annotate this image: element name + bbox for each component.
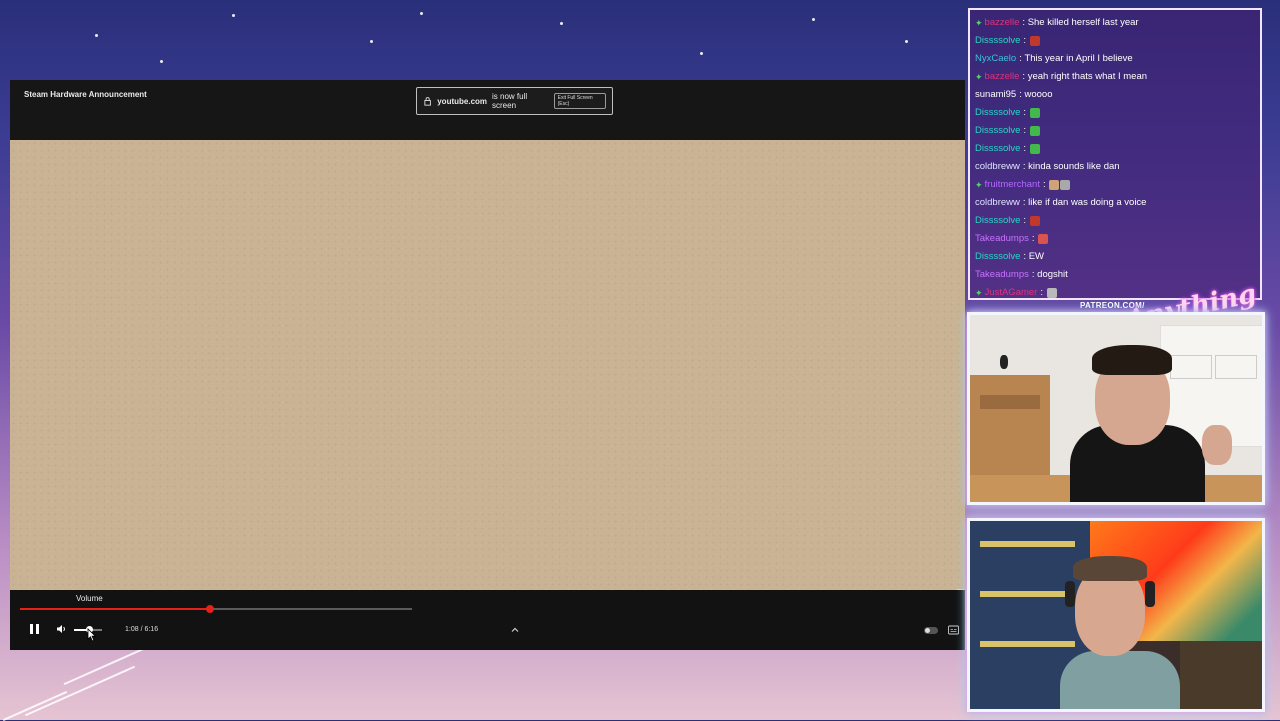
chat-emote-icon: [1029, 108, 1040, 118]
subtitles-icon[interactable]: [948, 625, 959, 635]
chat-emote-icon: [1029, 144, 1040, 154]
chat-message: Dissssolve:: [975, 104, 1260, 122]
mouse-cursor-icon: [87, 628, 97, 642]
chat-emote-icon: [1060, 180, 1071, 190]
lock-icon: [424, 97, 431, 106]
chat-message: coldbreww: kinda sounds like dan: [975, 158, 1260, 176]
chat-username[interactable]: Dissssolve: [975, 140, 1020, 158]
exit-fullscreen-button[interactable]: Exit Full Screen (Esc): [553, 93, 607, 109]
chat-separator: :: [1023, 215, 1029, 226]
autoplay-toggle[interactable]: [924, 627, 938, 634]
chat-emote-icon: [1029, 126, 1040, 136]
chat-emote-icon: [1029, 36, 1040, 46]
chat-username[interactable]: Takeadumps: [975, 266, 1029, 284]
video-frame[interactable]: [10, 140, 965, 590]
pause-button[interactable]: [27, 622, 41, 636]
chat-emote-icon: [1038, 234, 1049, 244]
fullscreen-domain: youtube.com: [437, 96, 488, 106]
chat-text: dogshit: [1037, 269, 1068, 280]
chat-username[interactable]: Dissssolve: [975, 212, 1020, 230]
chat-emote-icon: [1029, 216, 1040, 226]
chat-username[interactable]: bazzelle: [985, 14, 1020, 32]
chat-message: Takeadumps:: [975, 230, 1260, 248]
chat-text: EW: [1028, 251, 1044, 262]
video-title: Steam Hardware Announcement: [24, 90, 147, 99]
chat-username[interactable]: Takeadumps: [975, 230, 1029, 248]
chevron-up-icon[interactable]: [509, 625, 521, 635]
webcam-host-2: [967, 518, 1265, 712]
chat-message: Dissssolve:: [975, 122, 1260, 140]
chat-message: ✦ bazzelle: yeah right thats what I mean: [975, 68, 1260, 86]
chat-text: This year in April I believe: [1024, 53, 1133, 64]
chat-text: like if dan was doing a voice: [1028, 197, 1147, 208]
player-top-bar: Steam Hardware Announcement youtube.com …: [10, 80, 965, 140]
chat-username[interactable]: sunami95: [975, 86, 1016, 104]
chat-emote-icon: [1049, 180, 1060, 190]
chat-username[interactable]: Dissssolve: [975, 104, 1020, 122]
chat-username[interactable]: bazzelle: [985, 68, 1020, 86]
chat-separator: :: [1023, 107, 1029, 118]
chat-separator: :: [1023, 125, 1029, 136]
chat-text: She killed herself last year: [1027, 17, 1139, 28]
subscriber-badge-icon: ✦: [975, 288, 983, 298]
pause-icon: [29, 624, 33, 634]
player-controls: Volume 1:08 / 6:16: [10, 590, 965, 650]
chat-message: NyxCaelo: This year in April I believe: [975, 50, 1260, 68]
fullscreen-notice: youtube.com is now full screen Exit Full…: [416, 87, 613, 115]
chat-username[interactable]: fruitmerchant: [985, 176, 1040, 194]
chat-message: ✦ bazzelle: She killed herself last year: [975, 14, 1260, 32]
chat-username[interactable]: Dissssolve: [975, 248, 1020, 266]
chat-message-list: ✦ bazzelle: She killed herself last year D…: [970, 10, 1260, 298]
fullscreen-message: is now full screen: [492, 92, 528, 110]
video-player[interactable]: Steam Hardware Announcement youtube.com …: [10, 80, 966, 650]
chat-message: Dissssolve:: [975, 212, 1260, 230]
chat-username[interactable]: coldbreww: [975, 194, 1020, 212]
chat-username[interactable]: Dissssolve: [975, 122, 1020, 140]
volume-icon[interactable]: [56, 624, 68, 634]
webcam-host-1: [967, 312, 1265, 505]
chat-message: sunami95: woooo: [975, 86, 1260, 104]
chat-separator: :: [1042, 179, 1049, 190]
chat-message: ✦ fruitmerchant:: [975, 176, 1260, 194]
time-readout: 1:08 / 6:16: [125, 626, 159, 633]
chat-text: woooo: [1024, 89, 1053, 100]
chat-username[interactable]: NyxCaelo: [975, 50, 1016, 68]
chat-username[interactable]: coldbreww: [975, 158, 1020, 176]
chat-separator: :: [1023, 143, 1029, 154]
chat-username[interactable]: JustAGamer: [985, 284, 1038, 298]
chat-text: kinda sounds like dan: [1028, 161, 1120, 172]
stream-chat: ✦ bazzelle: She killed herself last year D…: [968, 8, 1262, 300]
chat-message: Takeadumps: dogshit: [975, 266, 1260, 284]
chat-message: Dissssolve:: [975, 32, 1260, 50]
chat-emote-icon: [1046, 288, 1057, 298]
progress-bar[interactable]: [20, 605, 412, 613]
subscriber-badge-icon: ✦: [975, 72, 983, 82]
chat-message: Dissssolve:: [975, 140, 1260, 158]
chat-username[interactable]: Dissssolve: [975, 32, 1020, 50]
chat-message: Dissssolve: EW: [975, 248, 1260, 266]
chat-message: coldbreww: like if dan was doing a voice: [975, 194, 1260, 212]
progress-scrubber[interactable]: [205, 605, 214, 613]
subscriber-badge-icon: ✦: [975, 180, 983, 190]
chat-separator: :: [1040, 287, 1046, 298]
volume-tooltip: Volume: [76, 594, 103, 603]
chat-text: yeah right thats what I mean: [1027, 71, 1148, 82]
chat-separator: :: [1031, 233, 1038, 244]
subscriber-badge-icon: ✦: [975, 18, 983, 28]
progress-played: [20, 608, 210, 610]
chat-separator: :: [1023, 35, 1029, 46]
